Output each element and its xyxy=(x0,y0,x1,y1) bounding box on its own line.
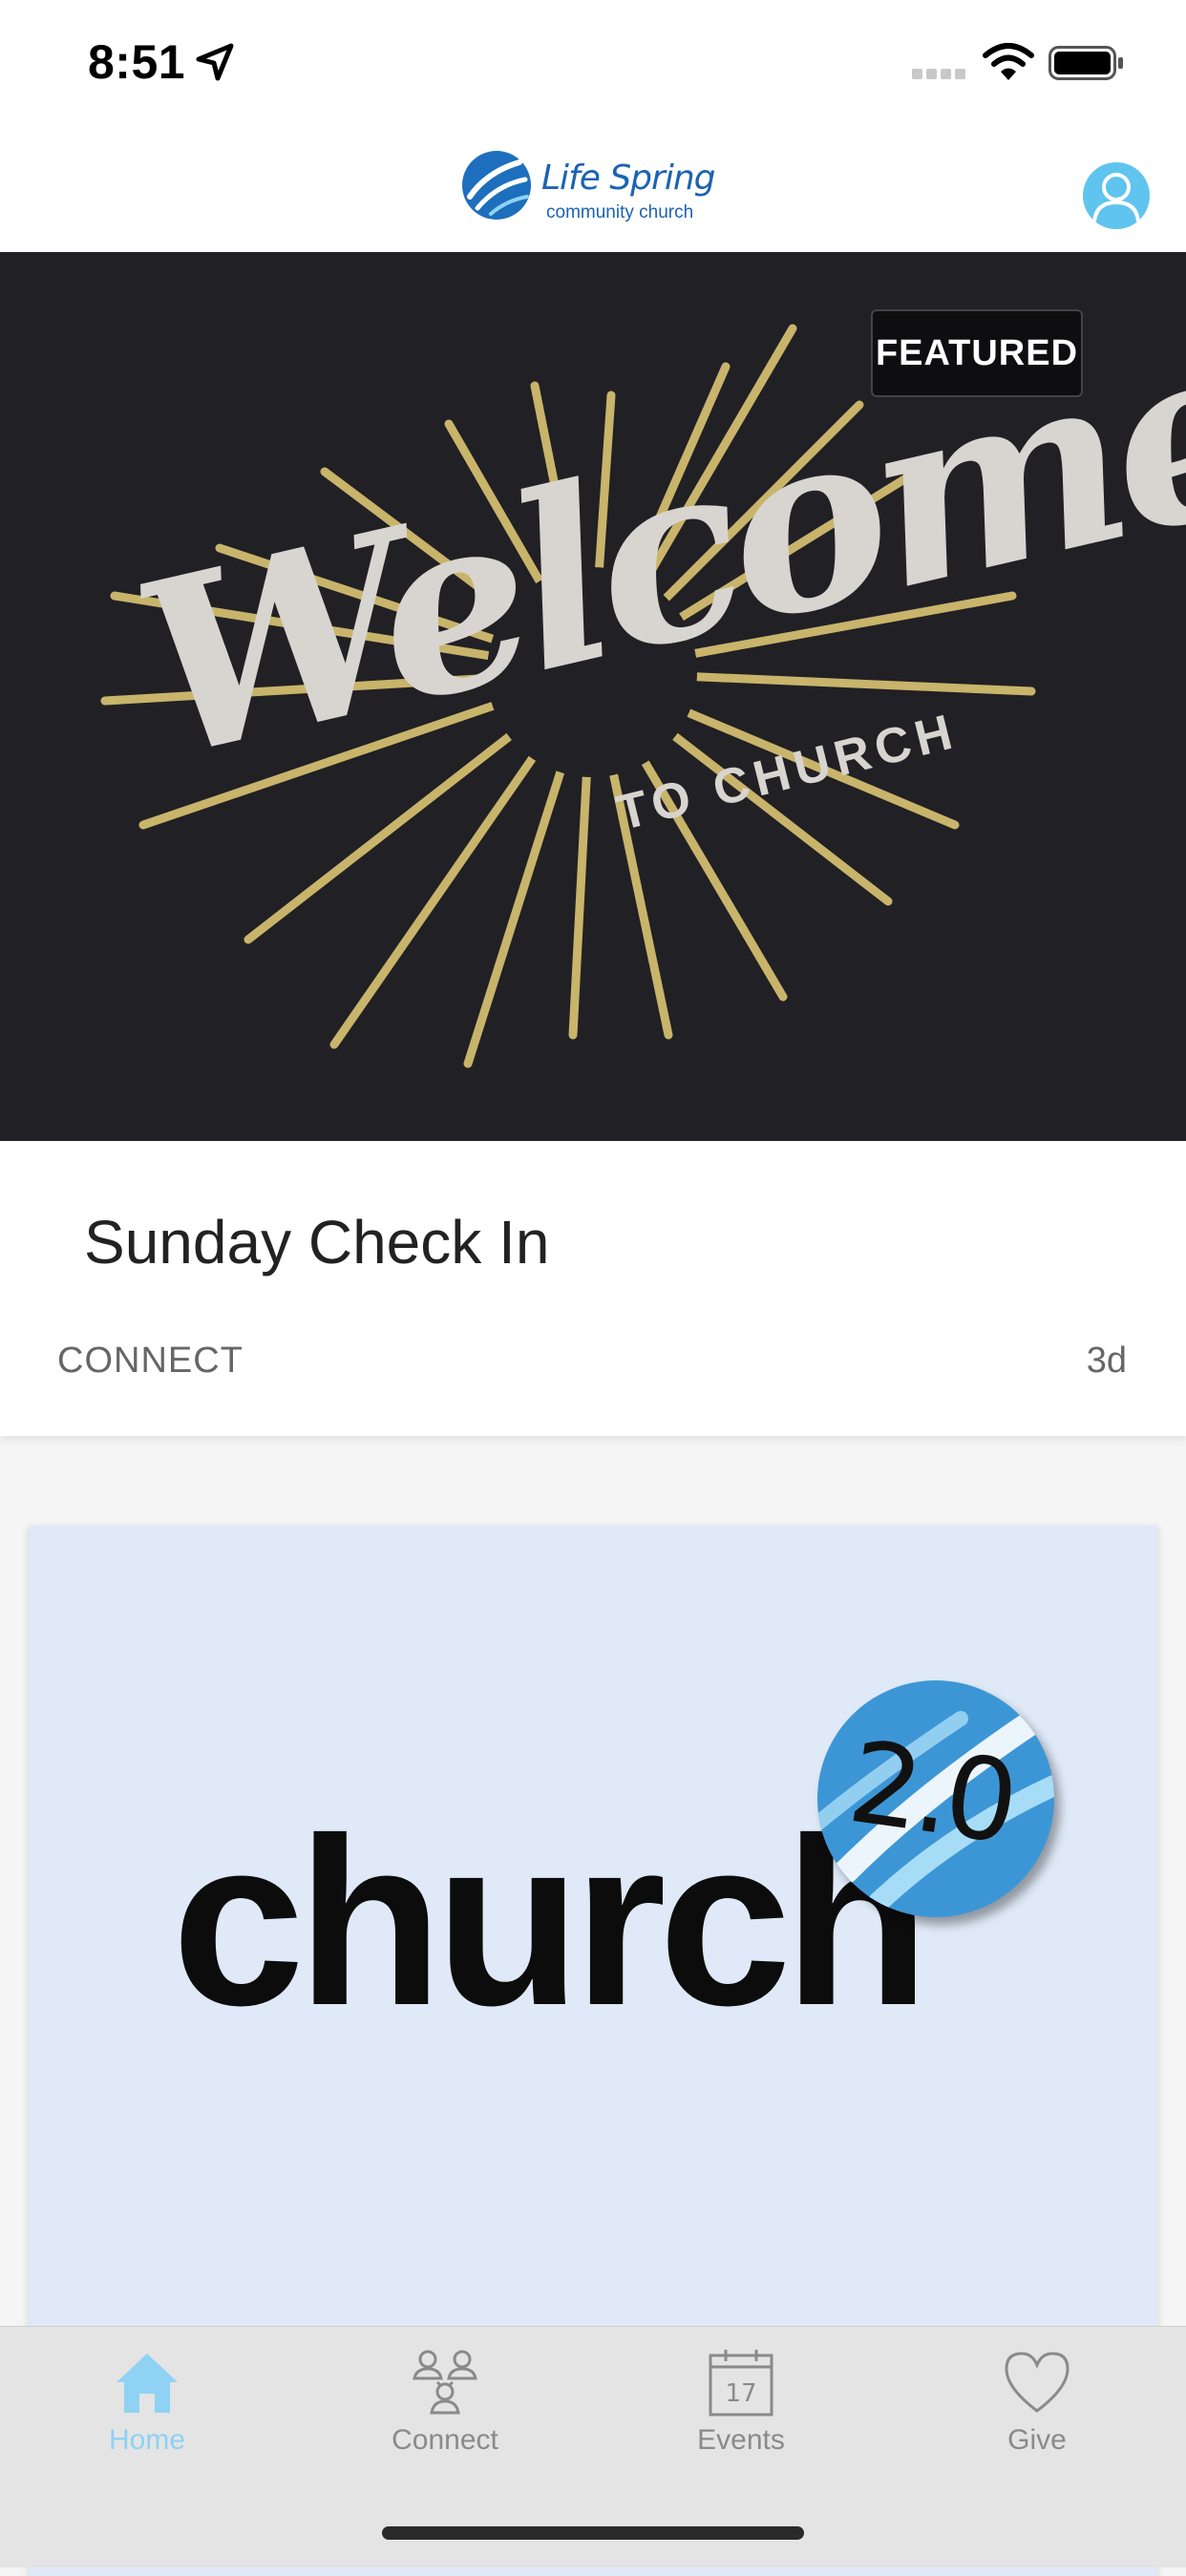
tab-give-label: Give xyxy=(1007,2424,1067,2456)
badge-graphic-text: 2.0 xyxy=(841,1715,1021,1869)
logo-subtitle: community church xyxy=(546,202,694,222)
home-indicator xyxy=(382,2526,804,2540)
logo-mark-icon xyxy=(462,151,531,220)
tab-home[interactable]: Home xyxy=(32,2346,262,2489)
tab-home-label: Home xyxy=(108,2424,186,2456)
featured-image: Welcome TO CHURCH FEATURED xyxy=(0,252,1186,1141)
profile-button[interactable] xyxy=(1083,162,1150,229)
featured-post-card[interactable]: Welcome TO CHURCH FEATURED Sunday Check … xyxy=(0,252,1186,1436)
post-title[interactable]: Sunday Check In xyxy=(84,1207,549,1277)
calendar-day-text: 17 xyxy=(725,2379,756,2408)
church-graphic-text: church xyxy=(172,1788,929,2055)
status-bar: 8:51 xyxy=(0,0,1186,124)
wifi-icon xyxy=(983,43,1034,80)
home-icon xyxy=(116,2354,178,2413)
cellular-signal-icon xyxy=(912,69,965,79)
logo-name: Life Spring xyxy=(541,158,715,198)
featured-badge: FEATURED xyxy=(871,309,1083,397)
calendar-icon: 17 xyxy=(709,2350,773,2417)
location-arrow-icon xyxy=(196,43,234,81)
app-header: Life Spring community church xyxy=(0,124,1186,252)
church-logo[interactable]: Life Spring community church xyxy=(458,147,726,227)
post-age: 3d xyxy=(1086,1341,1127,1381)
people-icon xyxy=(413,2350,477,2415)
tab-connect[interactable]: Connect xyxy=(330,2346,560,2489)
user-icon xyxy=(1092,173,1140,222)
tab-connect-label: Connect xyxy=(392,2424,498,2456)
heart-icon xyxy=(1005,2352,1070,2413)
tab-events-label: Events xyxy=(697,2424,785,2456)
post-category: CONNECT xyxy=(57,1341,244,1381)
tab-give[interactable]: Give xyxy=(922,2346,1152,2489)
battery-icon xyxy=(1048,46,1123,80)
tab-events[interactable]: 17 Events xyxy=(626,2346,856,2489)
status-time: 8:51 xyxy=(88,35,186,89)
